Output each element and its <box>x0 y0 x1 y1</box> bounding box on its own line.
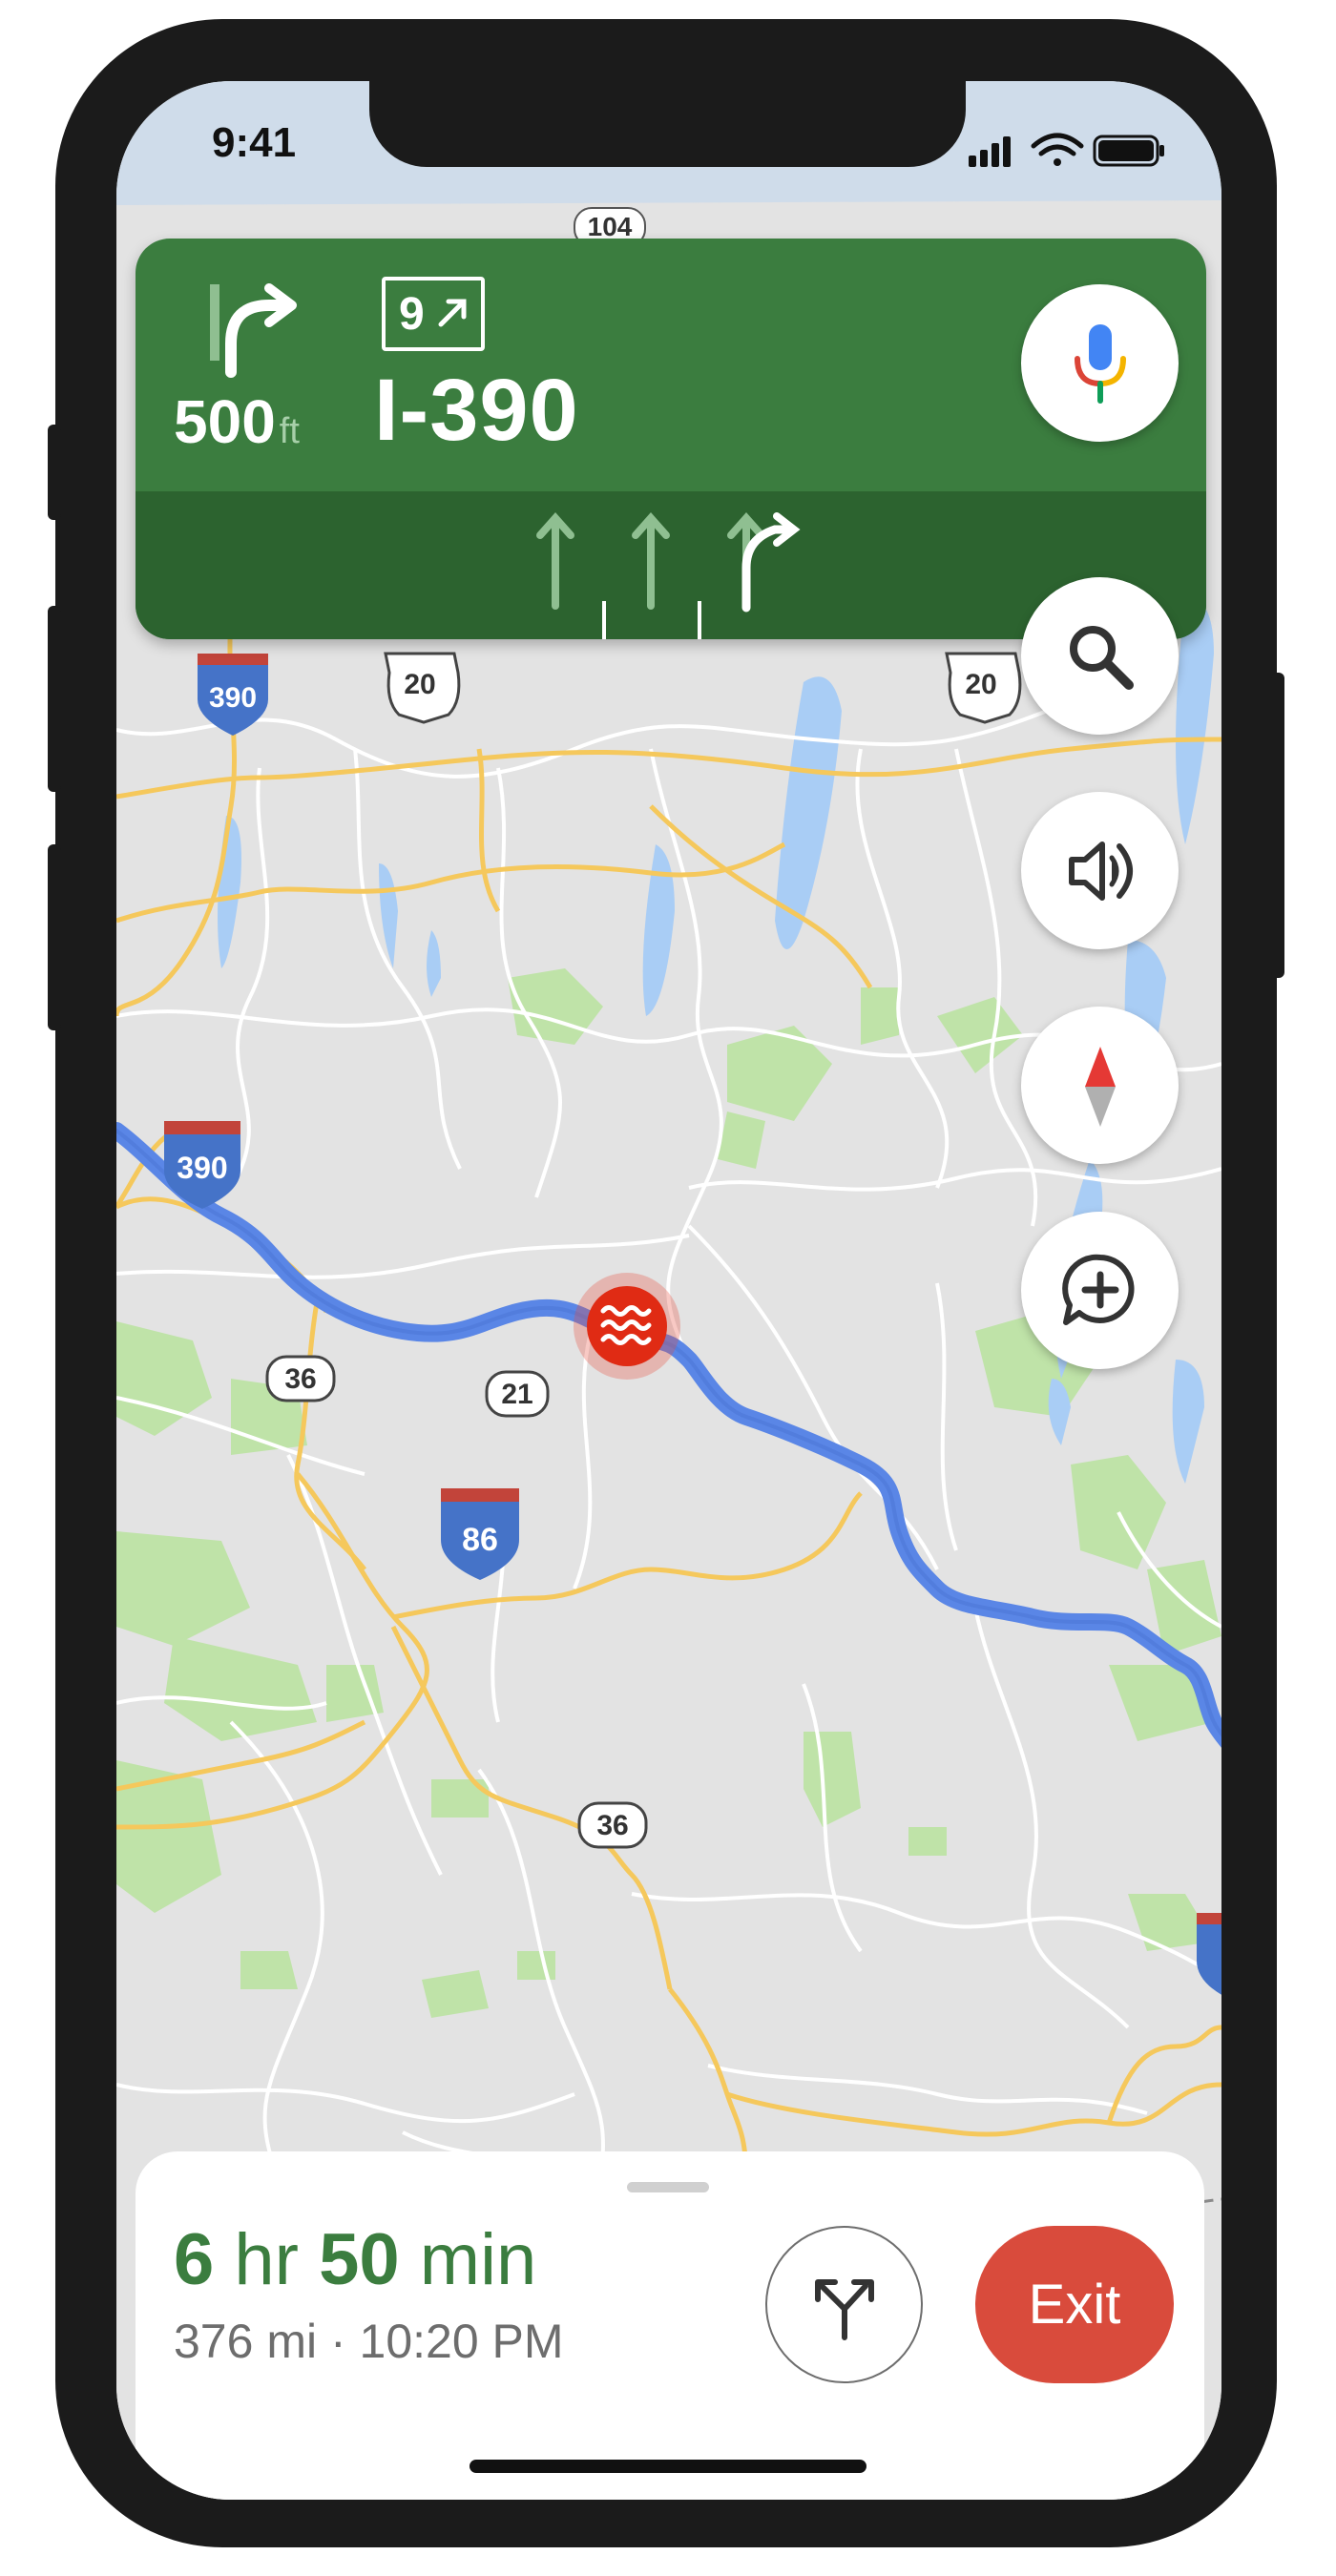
route-split-icon <box>814 2278 874 2340</box>
navigation-banner[interactable]: 500 ft 9 I-390 <box>136 239 1206 639</box>
notch <box>369 81 966 167</box>
speaker-icon <box>1068 841 1133 901</box>
battery-icon <box>1093 135 1164 167</box>
svg-text:20: 20 <box>404 669 435 700</box>
turn-right-icon <box>210 283 297 378</box>
exit-navigation-button[interactable]: Exit <box>975 2226 1174 2383</box>
home-indicator[interactable] <box>470 2460 866 2473</box>
flood-icon[interactable] <box>574 1273 680 1380</box>
svg-text:390: 390 <box>209 682 257 714</box>
road-name: I-390 <box>374 362 579 459</box>
wifi-icon <box>1031 133 1084 166</box>
trip-duration: 6 hr 50 min <box>174 2219 537 2300</box>
svg-text:104: 104 <box>588 212 633 241</box>
voice-search-button[interactable] <box>1021 284 1179 442</box>
svg-text:36: 36 <box>284 1363 316 1395</box>
volume-up-button <box>48 606 61 792</box>
search-icon <box>1069 625 1134 690</box>
volume-down-button <box>48 844 61 1030</box>
route-36-shield: 36 <box>265 1355 336 1402</box>
exit-number-badge: 9 <box>382 277 485 351</box>
us20-west-shield: 20 <box>384 652 461 724</box>
svg-text:86: 86 <box>462 1522 498 1558</box>
screen: 104 390 20 20 390 36 21 86 36 9:41 500 f… <box>116 81 1221 2500</box>
lane-straight-icon <box>536 511 574 610</box>
mute-switch <box>48 425 61 520</box>
status-time: 9:41 <box>212 119 297 166</box>
trip-summary-sheet[interactable]: 6 hr 50 min 376 mi · 10:20 PM Exit <box>136 2151 1204 2500</box>
exit-arrow-icon <box>438 299 467 327</box>
svg-text:36: 36 <box>596 1810 628 1841</box>
compass-button[interactable] <box>1021 1007 1179 1164</box>
sound-button[interactable] <box>1021 792 1179 949</box>
svg-text:390: 390 <box>177 1151 227 1185</box>
svg-text:20: 20 <box>965 669 996 700</box>
svg-text:21: 21 <box>501 1379 532 1410</box>
search-button[interactable] <box>1021 577 1179 735</box>
add-report-button[interactable] <box>1021 1212 1179 1369</box>
microphone-icon <box>1074 323 1126 404</box>
lane-straight-icon <box>632 511 670 610</box>
route-36-south-shield: 36 <box>577 1801 648 1849</box>
trip-details: 376 mi · 10:20 PM <box>174 2315 564 2368</box>
sheet-drag-handle[interactable] <box>627 2182 709 2192</box>
status-icons <box>969 131 1169 174</box>
lane-exit-right-icon <box>727 511 801 613</box>
us20-east-shield: 20 <box>945 652 1022 724</box>
route-21-shield: 21 <box>485 1370 550 1418</box>
signal-icon <box>969 136 1011 167</box>
compass-icon <box>1084 1046 1116 1127</box>
add-report-icon <box>1061 1254 1135 1325</box>
power-button <box>1271 673 1284 978</box>
alternate-routes-button[interactable] <box>765 2226 923 2383</box>
distance-to-turn: 500 ft <box>174 387 300 456</box>
